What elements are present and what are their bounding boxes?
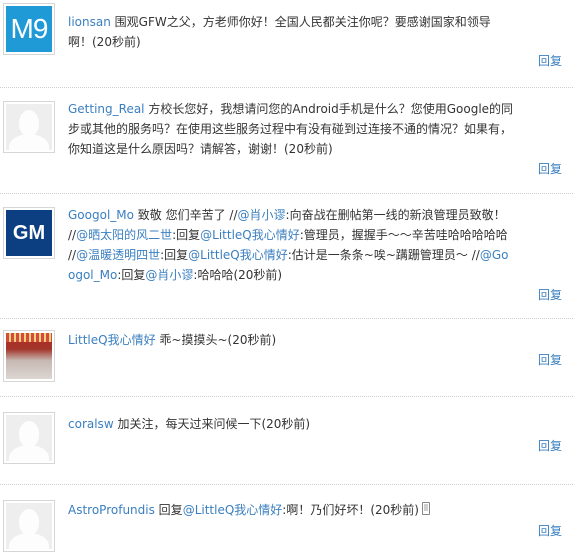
default-avatar-icon [6,415,52,461]
comment-text: AstroProfundis 回复@LittleQ我心情好:啊！乃们好坏！(20… [68,500,514,520]
comment-body: 围观GFW之父，方老师你好！全国人民都关注你呢？要感谢国家和领导啊！(20秒前) [68,15,491,49]
reply-link[interactable]: 回复 [538,52,562,69]
reply-link[interactable]: 回复 [538,160,562,177]
reply-link[interactable]: 回复 [538,286,562,303]
avatar[interactable] [3,500,55,552]
comment-item: M9 lionsan 围观GFW之父，方老师你好！全国人民都关注你呢？要感谢国家… [0,0,573,88]
comment-text: Getting_Real 方校长您好，我想请问您的Android手机是什么？您使… [68,99,514,159]
avatar[interactable] [3,101,55,153]
comment-body: 乖~摸摸头~(20秒前) [155,333,277,347]
comment-text: coralsw 加关注，每天过来问候一下(20秒前) [68,414,514,434]
comment-body: 加关注，每天过来问候一下(20秒前) [113,417,311,431]
mention-link[interactable]: @LittleQ我心情好 [183,503,283,517]
comment-list: M9 lionsan 围观GFW之父，方老师你好！全国人民都关注你呢？要感谢国家… [0,0,573,552]
m9-logo-avatar: M9 [6,6,52,52]
mention-link[interactable]: @LittleQ我心情好 [188,248,288,262]
comment-username[interactable]: Getting_Real [68,102,145,116]
reply-link[interactable]: 回复 [538,351,562,368]
reply-link[interactable]: 回复 [538,437,562,454]
comment-text: Googol_Mo 致敬 您们辛苦了 //@肖小谬:向奋战在删帖第一线的新浪管理… [68,205,514,285]
comment-text: lionsan 围观GFW之父，方老师你好！全国人民都关注你呢？要感谢国家和领导… [68,12,514,52]
comment-username[interactable]: Googol_Mo [68,208,134,222]
photo-avatar [6,333,52,379]
comment-username[interactable]: lionsan [68,15,111,29]
comment-username[interactable]: AstroProfundis [68,503,155,517]
comment-username[interactable]: coralsw [68,417,114,431]
mention-link[interactable]: @温暖透明四世 [76,248,160,262]
mention-link[interactable]: @肖小谬 [145,268,193,282]
comment-item: GM Googol_Mo 致敬 您们辛苦了 //@肖小谬:向奋战在删帖第一线的新… [0,193,573,318]
comment-body: 致敬 您们辛苦了 //@肖小谬:向奋战在删帖第一线的新浪管理员致敬！ //@晒太… [68,208,509,282]
avatar[interactable]: GM [3,207,55,259]
avatar[interactable]: M9 [3,3,55,55]
comment-item: Getting_Real 方校长您好，我想请问您的Android手机是什么？您使… [0,88,573,193]
comment-item: AstroProfundis 回复@LittleQ我心情好:啊！乃们好坏！(20… [0,484,573,552]
comment-body: 回复@LittleQ我心情好:啊！乃们好坏！(20秒前) [154,503,419,517]
default-avatar-icon [6,104,52,150]
avatar[interactable] [3,412,55,464]
avatar[interactable] [3,330,55,382]
comment-item: LittleQ我心情好 乖~摸摸头~(20秒前) 回复 [0,318,573,396]
default-avatar-icon [6,503,52,549]
mention-link[interactable]: @肖小谬 [238,208,286,222]
gm-logo-avatar: GM [6,210,52,256]
comment-text: LittleQ我心情好 乖~摸摸头~(20秒前) [68,330,514,350]
mention-link[interactable]: @LittleQ我心情好 [200,228,300,242]
mention-link[interactable]: @晒太阳的风二世 [76,228,172,242]
reply-link[interactable]: 回复 [538,522,562,539]
comment-username[interactable]: LittleQ我心情好 [68,333,156,347]
mobile-phone-icon [421,502,430,515]
comment-item: coralsw 加关注，每天过来问候一下(20秒前) 回复 [0,396,573,484]
